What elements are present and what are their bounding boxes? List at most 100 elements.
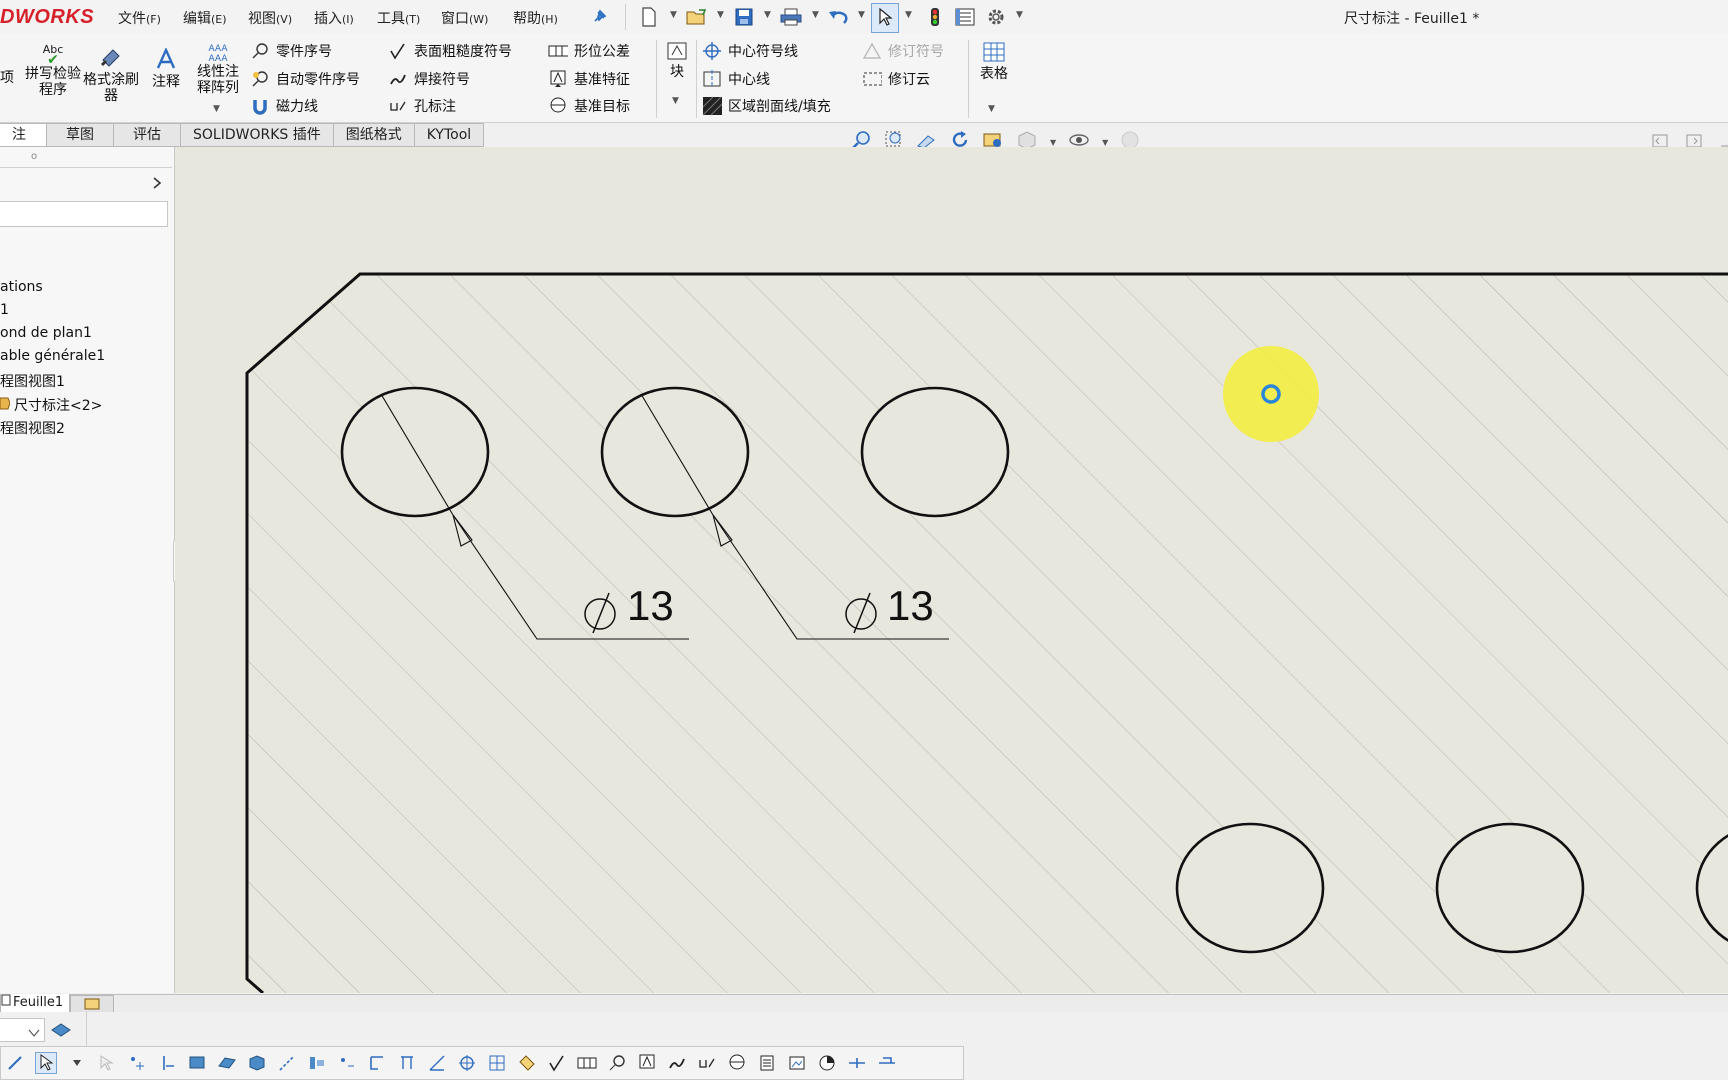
tree-item-sheet[interactable]: 1 bbox=[0, 302, 9, 318]
datum-feature-button[interactable]: 基准特征 bbox=[548, 68, 630, 90]
menu-edit[interactable]: 编辑(E) bbox=[183, 8, 227, 28]
ribbon-partial-label[interactable]: 项 bbox=[0, 70, 14, 86]
hole-callout-icon[interactable] bbox=[697, 1053, 717, 1073]
pin-icon[interactable] bbox=[588, 6, 610, 28]
hatch-pie-icon[interactable] bbox=[817, 1053, 837, 1073]
weld-symbol-button[interactable]: 焊接符号 bbox=[388, 68, 470, 90]
balloon-button[interactable]: 零件序号 bbox=[250, 40, 332, 62]
center-mark-button[interactable]: 中心符号线 bbox=[702, 40, 798, 62]
tree-item-drawing-view-1[interactable]: 程图视图1 bbox=[0, 371, 65, 391]
tab-sheet-format[interactable]: 图纸格式 bbox=[333, 123, 415, 147]
chevron-down-icon[interactable]: ▼ bbox=[1102, 138, 1108, 147]
tab-sketch[interactable]: 草图 bbox=[47, 123, 114, 147]
datum-target-button[interactable]: 基准目标 bbox=[548, 95, 630, 117]
tab-solidworks-addins[interactable]: SOLIDWORKS 插件 bbox=[181, 123, 334, 147]
select-disabled-icon[interactable] bbox=[97, 1053, 117, 1073]
box-icon[interactable] bbox=[247, 1053, 267, 1073]
undo-icon[interactable] bbox=[828, 6, 850, 28]
file-properties-icon[interactable] bbox=[954, 6, 976, 28]
tab-annotation[interactable]: 注解 bbox=[0, 123, 47, 165]
print-icon[interactable] bbox=[780, 6, 802, 28]
filter-input[interactable] bbox=[0, 201, 168, 227]
note-button[interactable]: 注释 bbox=[148, 47, 184, 90]
menu-help[interactable]: 帮助(H) bbox=[513, 8, 558, 28]
rebuild-traffic-light-icon[interactable] bbox=[924, 6, 946, 28]
tab-kytool[interactable]: KYTool bbox=[414, 123, 485, 147]
weld-symbol-icon[interactable] bbox=[667, 1053, 687, 1073]
add-sheet-button[interactable] bbox=[70, 995, 114, 1013]
angle-icon[interactable] bbox=[427, 1053, 447, 1073]
datum-feature-icon[interactable] bbox=[637, 1053, 657, 1073]
chevron-right-icon[interactable] bbox=[152, 175, 162, 194]
center-target-icon[interactable] bbox=[457, 1053, 477, 1073]
rectangle-icon[interactable] bbox=[187, 1053, 207, 1073]
dimension-line-icon[interactable] bbox=[397, 1053, 417, 1073]
revision-symbol-button[interactable]: 修订符号 bbox=[862, 40, 944, 62]
spell-check-button[interactable]: Abc ✔ 拼写检验程序 bbox=[25, 44, 81, 98]
chevron-down-icon[interactable]: ▼ bbox=[858, 10, 865, 20]
datum-target-icon[interactable] bbox=[727, 1053, 747, 1073]
tree-item-general-table[interactable]: able générale1 bbox=[0, 348, 105, 364]
select-cursor-icon[interactable] bbox=[35, 1052, 57, 1074]
layer-properties-icon[interactable] bbox=[50, 1020, 72, 1042]
vertical-line-icon[interactable] bbox=[157, 1053, 177, 1073]
dimension-value-2[interactable]: 13 bbox=[887, 582, 934, 630]
linear-note-pattern-button[interactable]: AAA AAA 线性注释阵列 bbox=[193, 44, 243, 96]
panel-splitter-dot[interactable]: o bbox=[31, 151, 37, 162]
chevron-down-icon[interactable]: ▼ bbox=[213, 104, 220, 114]
sheet-tab-feuille1[interactable]: Feuille1 bbox=[0, 994, 71, 1013]
point-icon[interactable] bbox=[127, 1053, 147, 1073]
geometric-tolerance-icon[interactable] bbox=[577, 1053, 597, 1073]
surface-finish-button[interactable]: 表面粗糙度符号 bbox=[388, 40, 512, 62]
area-hatch-button[interactable]: 区域剖面线/填充 bbox=[702, 95, 831, 117]
format-painter-button[interactable]: 格式涂刷器 bbox=[83, 46, 139, 104]
geometric-tolerance-button[interactable]: 形位公差 bbox=[548, 40, 630, 62]
tree-item-dimension[interactable]: 尺寸标注<2> bbox=[0, 395, 102, 415]
tree-item-annotations[interactable]: ations bbox=[0, 279, 43, 295]
gear-icon[interactable] bbox=[985, 6, 1007, 28]
balloon-icon[interactable] bbox=[607, 1053, 627, 1073]
tool-icon[interactable] bbox=[5, 1053, 25, 1073]
point-add-icon[interactable] bbox=[337, 1053, 357, 1073]
tab-evaluate[interactable]: 评估 bbox=[114, 123, 181, 147]
open-folder-icon[interactable] bbox=[686, 6, 708, 28]
pin-left-icon[interactable] bbox=[847, 1053, 867, 1073]
tag-icon[interactable] bbox=[517, 1053, 537, 1073]
plane-icon[interactable] bbox=[217, 1053, 237, 1073]
chevron-down-icon[interactable]: ▼ bbox=[988, 104, 995, 114]
table-grid-icon[interactable] bbox=[487, 1053, 507, 1073]
chevron-down-icon[interactable] bbox=[67, 1053, 87, 1073]
block-button[interactable]: 块 bbox=[664, 42, 690, 80]
chevron-down-icon[interactable]: ▼ bbox=[905, 10, 912, 20]
chevron-down-icon[interactable]: ▼ bbox=[670, 10, 677, 20]
menu-insert[interactable]: 插入(I) bbox=[314, 8, 354, 28]
save-icon[interactable] bbox=[733, 6, 755, 28]
hole-callout-button[interactable]: 孔标注 bbox=[388, 95, 456, 117]
chevron-down-icon[interactable]: ▼ bbox=[812, 10, 819, 20]
corner-icon[interactable] bbox=[367, 1053, 387, 1073]
menu-view[interactable]: 视图(V) bbox=[248, 8, 292, 28]
magnetic-line-button[interactable]: 磁力线 bbox=[250, 95, 318, 117]
chevron-down-icon[interactable]: ▼ bbox=[1016, 10, 1023, 20]
table-button[interactable]: 表格 bbox=[974, 42, 1014, 82]
revision-cloud-button[interactable]: 修订云 bbox=[862, 68, 930, 90]
drawing-canvas[interactable]: 13 13 bbox=[175, 147, 1728, 993]
surface-finish-icon[interactable] bbox=[547, 1053, 567, 1073]
chevron-down-icon[interactable]: ▼ bbox=[1050, 138, 1056, 147]
new-document-icon[interactable] bbox=[638, 6, 660, 28]
align-icon[interactable] bbox=[307, 1053, 327, 1073]
menu-file[interactable]: 文件(F) bbox=[118, 8, 161, 28]
dimension-value-1[interactable]: 13 bbox=[627, 582, 674, 630]
centerline-button[interactable]: 中心线 bbox=[702, 68, 770, 90]
auto-balloon-button[interactable]: 自动零件序号 bbox=[250, 68, 360, 90]
note-stack-icon[interactable] bbox=[757, 1053, 777, 1073]
tree-item-drawing-view-2[interactable]: 程图视图2 bbox=[0, 418, 65, 438]
chevron-down-icon[interactable]: ▼ bbox=[717, 10, 724, 20]
chevron-down-icon[interactable]: ▼ bbox=[672, 96, 679, 106]
chevron-down-icon[interactable]: ▼ bbox=[764, 10, 771, 20]
dashed-line-icon[interactable] bbox=[277, 1053, 297, 1073]
layer-dropdown[interactable] bbox=[0, 1018, 45, 1042]
menu-tools[interactable]: 工具(T) bbox=[377, 8, 420, 28]
tree-item-sheet-format[interactable]: ond de plan1 bbox=[0, 325, 92, 341]
picture-icon[interactable] bbox=[787, 1053, 807, 1073]
